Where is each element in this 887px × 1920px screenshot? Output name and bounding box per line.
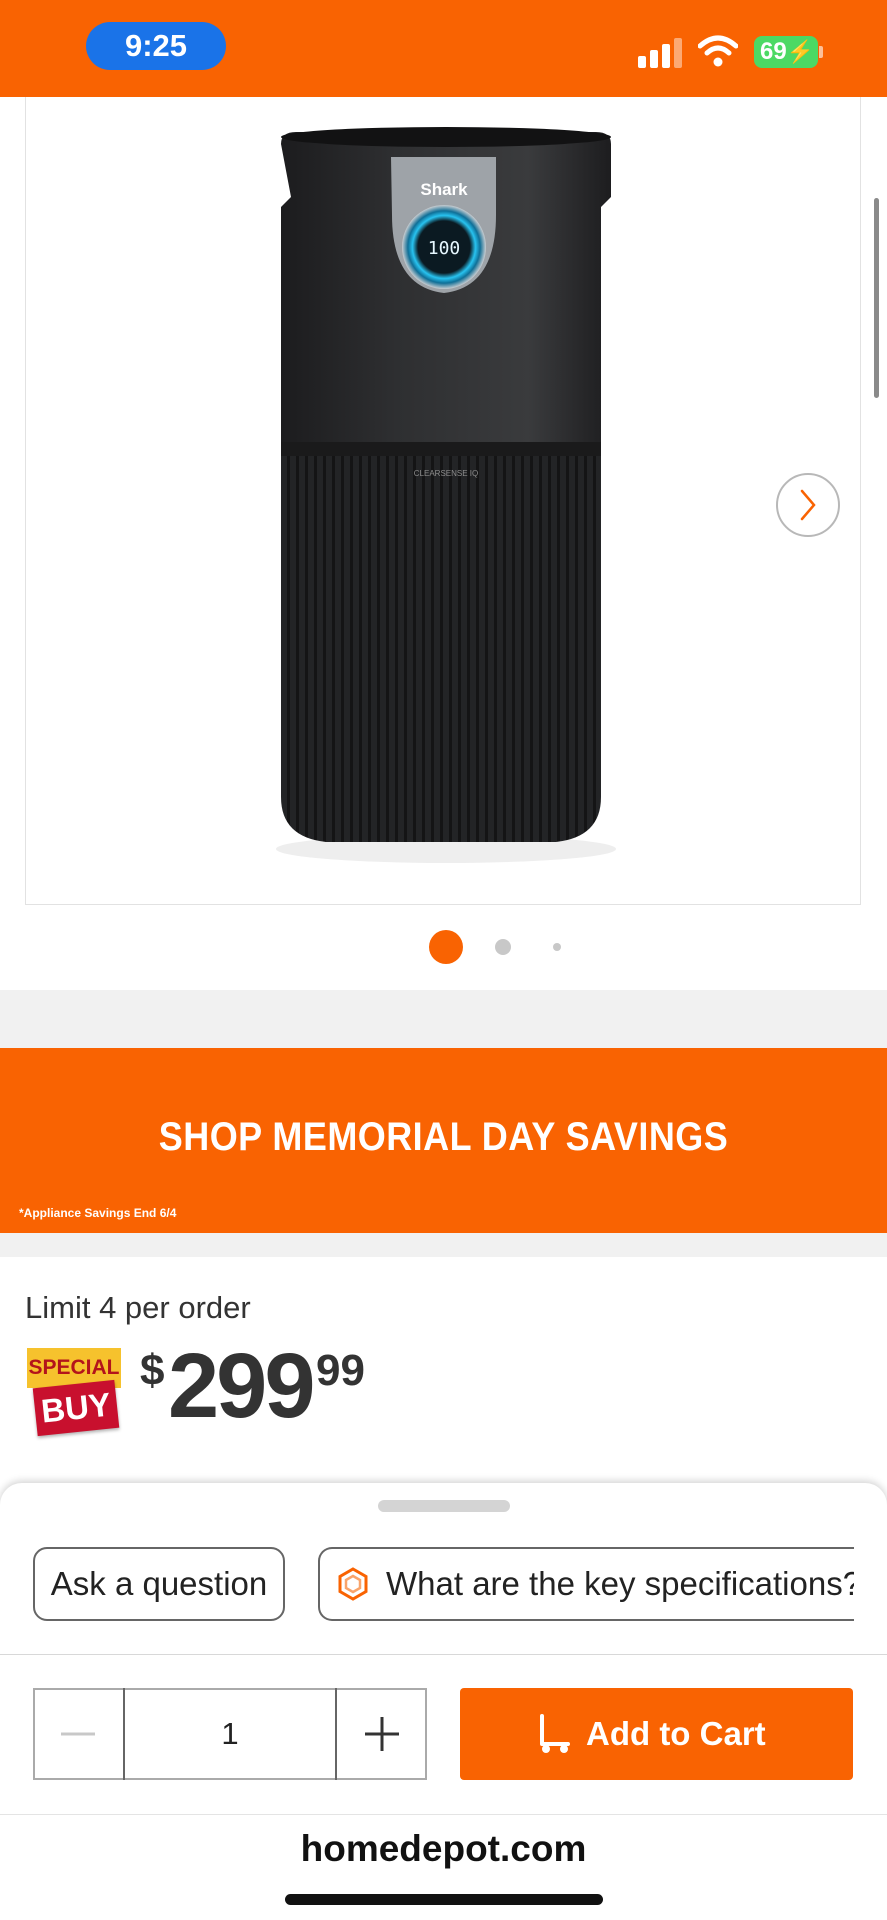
chevron-right-icon [800, 489, 816, 521]
browser-url[interactable]: homedepot.com [0, 1828, 887, 1870]
status-time: 9:25 [86, 22, 226, 70]
charging-bolt-icon: ⚡ [786, 39, 815, 64]
key-specifications-chip[interactable]: What are the key specifications? [318, 1547, 854, 1621]
carousel-indicator [0, 930, 887, 964]
order-limit-text: Limit 4 per order [25, 1290, 251, 1325]
minus-icon [61, 1732, 95, 1736]
quantity-input[interactable]: 1 [123, 1688, 337, 1780]
dolly-cart-icon [540, 1714, 570, 1753]
battery-tip [819, 46, 823, 58]
product-image-gallery[interactable]: 100 Shark CLEARSENSE IQ [25, 97, 861, 905]
add-to-cart-button[interactable]: Add to Cart [460, 1688, 853, 1780]
special-buy-badge: SPECIAL BUY [27, 1348, 123, 1440]
section-divider [0, 1233, 887, 1257]
ask-question-chip[interactable]: Ask a question [33, 1547, 285, 1621]
carousel-dot-active[interactable] [429, 930, 463, 964]
promo-title[interactable]: SHOP MEMORIAL DAY SAVINGS [44, 1115, 842, 1160]
battery-level: 69 [760, 38, 787, 65]
cellular-signal-icon [638, 38, 684, 68]
sheet-drag-handle[interactable] [378, 1500, 510, 1512]
special-buy-badge-bottom: BUY [32, 1379, 120, 1437]
price-currency: $ [140, 1346, 165, 1395]
hexagon-ai-icon [338, 1567, 368, 1601]
quantity-decrease-button[interactable] [33, 1688, 123, 1780]
device-display-reading: 100 [428, 238, 461, 259]
next-image-button[interactable] [776, 473, 840, 537]
carousel-dot[interactable] [495, 939, 511, 955]
product-image[interactable]: 100 Shark CLEARSENSE IQ [26, 97, 861, 905]
battery-indicator: 69⚡ [754, 36, 818, 68]
carousel-dot[interactable] [553, 943, 561, 951]
page-scrollbar[interactable] [874, 198, 879, 398]
wifi-icon [698, 35, 738, 67]
price-cents: 99 [316, 1346, 365, 1395]
add-to-cart-label: Add to Cart [586, 1715, 766, 1752]
plus-icon [365, 1717, 399, 1751]
quantity-increase-button[interactable] [337, 1688, 427, 1780]
device-brand-logo: Shark [420, 180, 468, 199]
key-specifications-label: What are the key specifications? [386, 1565, 854, 1602]
device-model-label: CLEARSENSE IQ [414, 469, 478, 478]
section-divider [0, 990, 887, 1048]
promo-disclaimer: *Appliance Savings End 6/4 [19, 1206, 177, 1220]
price-whole: 299 [168, 1335, 315, 1437]
home-indicator[interactable] [285, 1894, 603, 1905]
